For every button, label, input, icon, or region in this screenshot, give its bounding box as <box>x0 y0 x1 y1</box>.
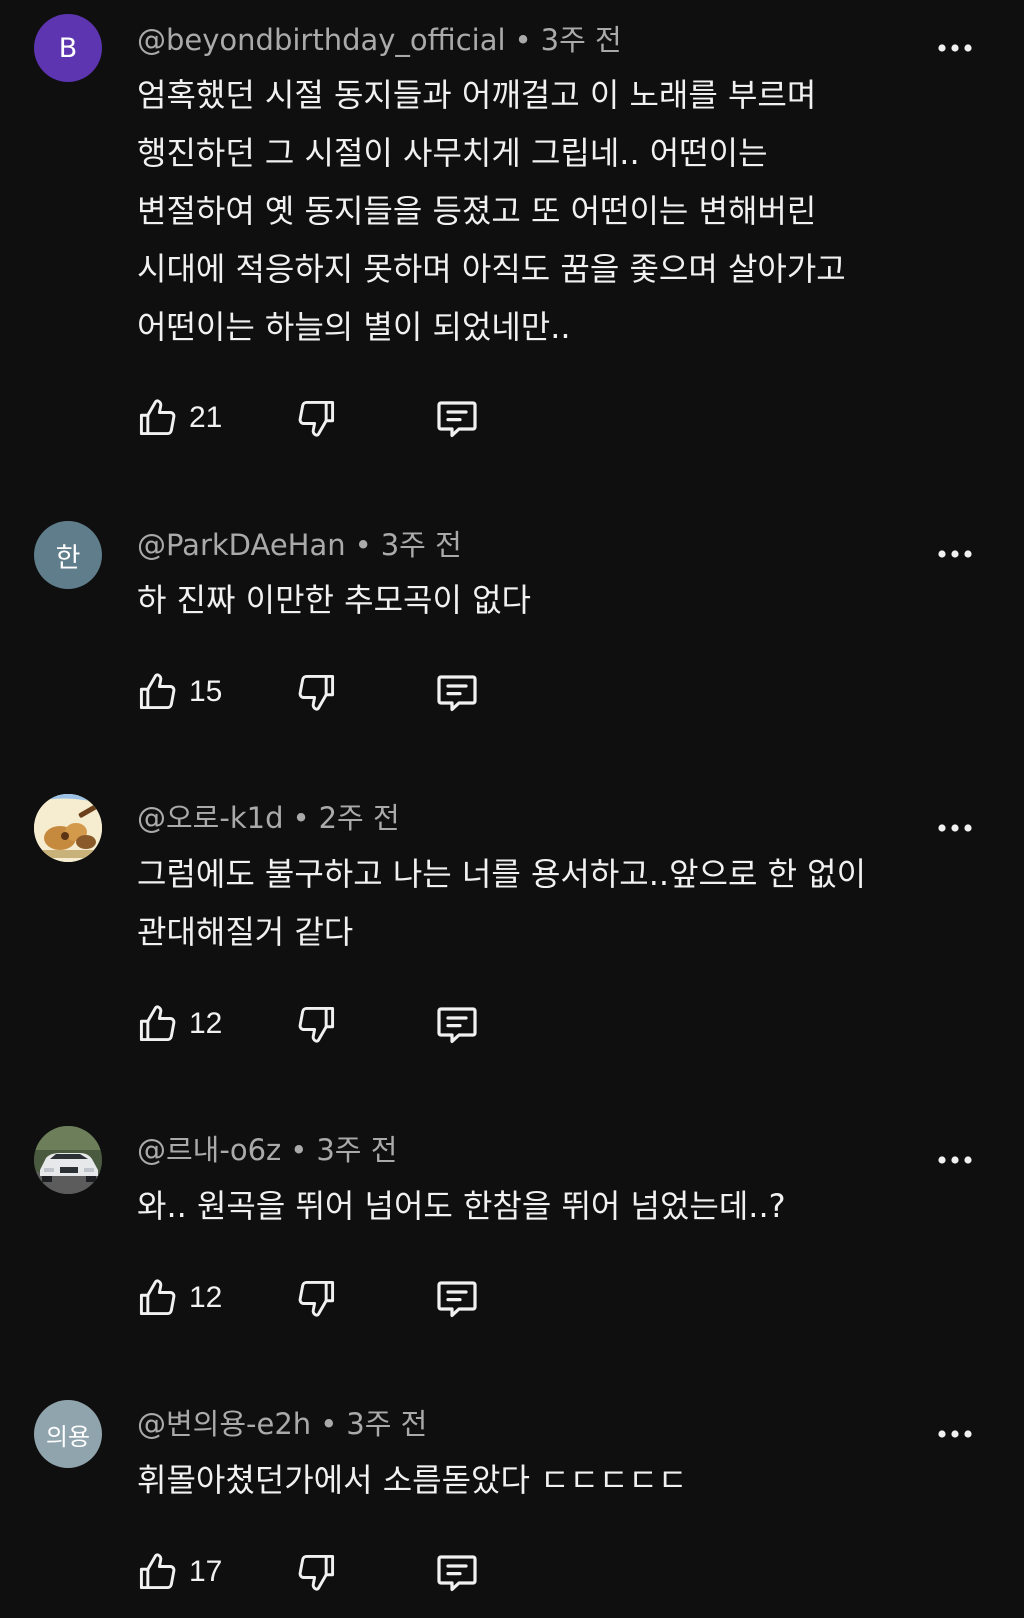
thumbs-up-icon <box>139 1279 176 1316</box>
comment-actions: 15 <box>135 664 535 720</box>
comment-actions: 21 <box>135 390 535 446</box>
thumbs-down-icon <box>298 1554 335 1591</box>
meta-separator: • <box>514 23 532 57</box>
dislike-button[interactable] <box>295 1544 339 1600</box>
comment-author[interactable]: @오로-k1d <box>137 801 283 835</box>
like-count: 12 <box>189 1007 223 1040</box>
more-options-button[interactable] <box>934 1139 976 1181</box>
comment-actions: 12 <box>135 1270 535 1326</box>
comment-meta: @르내-o6z • 3주 전 <box>137 1132 397 1168</box>
meta-separator: • <box>290 1133 308 1167</box>
thumbs-down-icon <box>298 1280 335 1317</box>
reply-button[interactable] <box>433 1544 481 1600</box>
thumbs-down-icon <box>298 674 335 711</box>
more-options-button[interactable] <box>934 533 976 575</box>
comment-time[interactable]: 3주 전 <box>541 23 622 57</box>
thumbs-up-icon <box>139 673 176 710</box>
comment-time[interactable]: 3주 전 <box>316 1133 397 1167</box>
meta-separator: • <box>292 801 310 835</box>
avatar[interactable]: B <box>34 14 102 82</box>
comment-actions: 17 <box>135 1544 535 1600</box>
more-options-icon <box>938 1156 972 1164</box>
comment-author[interactable]: @beyondbirthday_official <box>137 23 506 57</box>
more-options-button[interactable] <box>934 1413 976 1455</box>
reply-comment-icon <box>437 1007 477 1043</box>
comment-text: 하 진짜 이만한 추모곡이 없다 <box>137 581 531 619</box>
car-avatar-image <box>34 1126 102 1194</box>
avatar-letter: B <box>58 32 78 64</box>
thumbs-down-icon <box>298 400 335 437</box>
more-options-button[interactable] <box>934 27 976 69</box>
more-options-icon <box>938 550 972 558</box>
guitar-avatar-image <box>34 794 102 862</box>
comment-time[interactable]: 3주 전 <box>346 1407 427 1441</box>
comment-time[interactable]: 3주 전 <box>381 528 462 562</box>
reply-button[interactable] <box>433 996 481 1052</box>
more-options-icon <box>938 824 972 832</box>
like-count: 17 <box>189 1555 223 1588</box>
reply-comment-icon <box>437 675 477 711</box>
comment-author[interactable]: @르내-o6z <box>137 1133 281 1167</box>
avatar-letter: 한 <box>55 542 81 574</box>
comment-time[interactable]: 2주 전 <box>319 801 400 835</box>
comment-meta: @오로-k1d • 2주 전 <box>137 800 400 836</box>
comment-meta: @ParkDAeHan • 3주 전 <box>137 527 462 563</box>
comment-text: 그럼에도 불구하고 나는 너를 용서하고..앞으로 한 없이 관대해질거 같다 <box>137 855 867 951</box>
like-count: 21 <box>189 401 223 434</box>
like-button[interactable]: 15 <box>135 664 222 720</box>
thumbs-up-icon <box>139 399 176 436</box>
comment-meta: @변의용-e2h • 3주 전 <box>137 1406 427 1442</box>
comment-text: 엄혹했던 시절 동지들과 어깨걸고 이 노래를 부르며 행진하던 그 시절이 사… <box>137 76 846 346</box>
comment-meta: @beyondbirthday_official • 3주 전 <box>137 22 622 58</box>
dislike-button[interactable] <box>295 664 339 720</box>
avatar[interactable]: 의용 <box>34 1400 102 1468</box>
dislike-button[interactable] <box>295 1270 339 1326</box>
dislike-button[interactable] <box>295 996 339 1052</box>
comment-author[interactable]: @변의용-e2h <box>137 1407 311 1441</box>
more-options-button[interactable] <box>934 807 976 849</box>
comment-actions: 12 <box>135 996 535 1052</box>
like-button[interactable]: 17 <box>135 1544 222 1600</box>
avatar[interactable]: 한 <box>34 521 102 589</box>
dislike-button[interactable] <box>295 390 339 446</box>
like-count: 12 <box>189 1281 223 1314</box>
like-count: 15 <box>189 675 223 708</box>
reply-button[interactable] <box>433 664 481 720</box>
meta-separator: • <box>354 528 372 562</box>
reply-comment-icon <box>437 1281 477 1317</box>
comment-text: 와.. 원곡을 뛰어 넘어도 한참을 뛰어 넘었는데..? <box>137 1187 786 1225</box>
like-button[interactable]: 12 <box>135 1270 222 1326</box>
like-button[interactable]: 12 <box>135 996 222 1052</box>
meta-separator: • <box>320 1407 338 1441</box>
like-button[interactable]: 21 <box>135 390 222 446</box>
reply-button[interactable] <box>433 1270 481 1326</box>
more-options-icon <box>938 44 972 52</box>
thumbs-down-icon <box>298 1006 335 1043</box>
thumbs-up-icon <box>139 1553 176 1590</box>
avatar[interactable] <box>34 794 102 862</box>
reply-button[interactable] <box>433 390 481 446</box>
comment-author[interactable]: @ParkDAeHan <box>137 528 346 562</box>
comment-text: 휘몰아쳤던가에서 소름돋았다 ㄷㄷㄷㄷㄷ <box>137 1461 688 1499</box>
reply-comment-icon <box>437 401 477 437</box>
thumbs-up-icon <box>139 1005 176 1042</box>
avatar[interactable] <box>34 1126 102 1194</box>
reply-comment-icon <box>437 1555 477 1591</box>
more-options-icon <box>938 1430 972 1438</box>
avatar-letter: 의용 <box>45 1422 91 1451</box>
